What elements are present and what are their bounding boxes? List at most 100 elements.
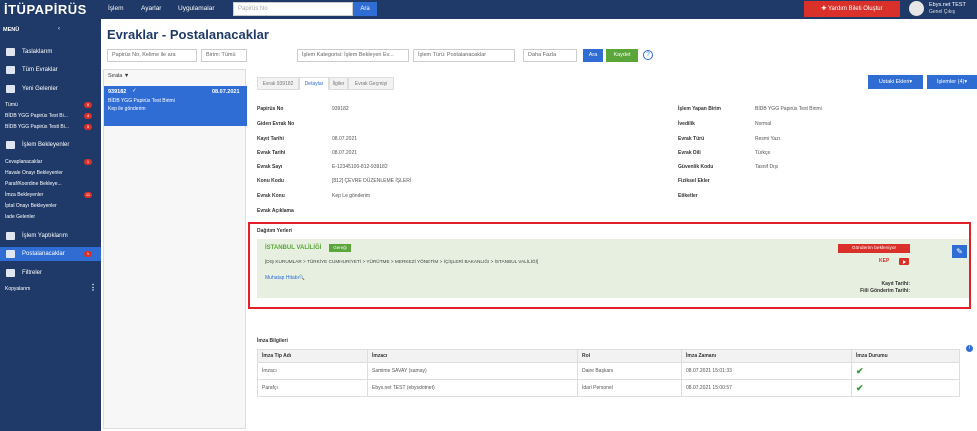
more-vertical-icon[interactable]: ⋮: [89, 283, 97, 292]
avatar[interactable]: [909, 1, 924, 16]
sidebar: MENÜ ‹ Taslaklarım Tüm Evraklar Yeni Gel…: [0, 19, 101, 431]
chevron-left-icon[interactable]: ‹: [58, 26, 60, 32]
nav-islem[interactable]: İşlem: [108, 5, 124, 12]
tab-evrak-gecmisi[interactable]: Evrak Geçmişi: [348, 77, 394, 90]
column-header: İmzacı: [367, 349, 578, 363]
imza-title: İmza Bilgileri: [257, 338, 288, 344]
table-cell: Parafçı: [257, 379, 368, 397]
count-badge: 1: [84, 251, 92, 257]
done-icon: [6, 232, 15, 240]
sidebar-item-tum-evraklar[interactable]: Tüm Evraklar: [0, 63, 101, 77]
table-cell: ✔: [851, 379, 960, 397]
ustyazi-ekleri-button[interactable]: Ustaki Ekleri▾: [868, 75, 923, 89]
column-header: İmza Durumu: [851, 349, 960, 363]
tab-evrak[interactable]: Evrak 939182: [257, 77, 299, 90]
count-badge: 4: [84, 113, 92, 119]
papirus-search-input[interactable]: Papirüs No: [233, 2, 353, 16]
sort-text: Sırala: [108, 73, 123, 79]
check-icon: ✔: [856, 365, 864, 376]
nav-uygulamalar[interactable]: Uygulamalar: [178, 5, 215, 12]
help-ticket-button[interactable]: ✚ Yardım Bileti Oluştur: [804, 1, 900, 17]
sidebar-item-label: Taslaklarım: [22, 49, 53, 55]
count-badge: 11: [84, 192, 92, 198]
clock-icon: [6, 141, 15, 149]
sidebar-item-taslaklarim[interactable]: Taslaklarım: [0, 45, 101, 59]
table-header-row: İmza Tip Adı İmzacı Rol İmza Zamanı İmza…: [257, 349, 960, 363]
sidebar-subitem[interactable]: BİDB YGG Papirüs Test Bi...: [5, 113, 68, 119]
folder-icon: [6, 66, 15, 74]
sidebar-item-yeni-gelenler[interactable]: Yeni Gelenler: [0, 82, 101, 96]
table-cell: İdari Personel: [577, 379, 682, 397]
sidebar-item-label: İşlem Bekleyenler: [22, 142, 70, 148]
field-value: [812] ÇEVRE DÜZENLEME İŞLERİ: [332, 178, 412, 184]
field-label: Evrak Dili: [678, 150, 701, 156]
field-label: Evrak Açıklama: [257, 208, 294, 214]
kaydet-button[interactable]: Kaydet: [606, 49, 638, 62]
tab-ilgiler[interactable]: İlgiler: [329, 77, 348, 90]
birim-select[interactable]: Birim: Tümü: [201, 49, 247, 62]
sidebar-item-filtreler[interactable]: Filtreler: [0, 266, 101, 280]
sidebar-subitem[interactable]: Cevaplanacaklar: [5, 159, 42, 165]
field-value: 08.07.2021: [332, 136, 358, 142]
sidebar-item-islem-yaptiklarim[interactable]: İşlem Yaptıklarım: [0, 229, 101, 243]
help-icon[interactable]: ?: [643, 50, 653, 60]
field-value: E-12345100-812-939182: [332, 164, 388, 170]
sidebar-subitem[interactable]: Iade Gelenler: [5, 214, 35, 220]
islem-kategori-select[interactable]: İşlem Kategorisi: İşlem Bekleyen Ev...: [297, 49, 409, 62]
tab-detaylar[interactable]: Detaylar: [299, 77, 329, 90]
count-badge: 5: [84, 124, 92, 130]
field-value: Tasnif Dışı: [755, 164, 779, 170]
info-icon[interactable]: i: [966, 345, 973, 352]
table-cell: Daire Başkanı: [577, 362, 682, 380]
sidebar-item-label: İşlem Yaptıklarım: [22, 233, 68, 239]
inbox-icon: [6, 85, 15, 93]
doc-number: 939182: [108, 89, 127, 95]
field-value: Normal: [755, 121, 772, 127]
ara-button[interactable]: Ara: [583, 49, 603, 62]
search-button[interactable]: Ara: [353, 2, 377, 16]
list-item[interactable]: 939182 ✓ 08.07.2021 BİDB YGG Papirüs Tes…: [104, 86, 247, 126]
table-cell: ✔: [851, 362, 960, 380]
field-label: İvedilik: [678, 121, 695, 127]
menu-title: MENÜ: [3, 27, 20, 33]
field-value: Türkçe: [755, 150, 771, 156]
sidebar-subitem[interactable]: İptal Onayı Bekleyenler: [5, 203, 57, 209]
doc-date: 08.07.2021: [212, 89, 240, 95]
imza-table: İmza Tip Adı İmzacı Rol İmza Zamanı İmza…: [257, 349, 960, 397]
top-bar: İTÜPAPİRÜS İşlem Ayarlar Uygulamalar Pap…: [0, 0, 977, 19]
sort-label[interactable]: Sırala ▼: [108, 73, 129, 79]
table-cell: 08.07.2021 15:00:57: [681, 379, 852, 397]
field-label: Evrak Tarihi: [257, 150, 286, 156]
daha-fazla-select[interactable]: Daha Fazla: [523, 49, 577, 62]
count-badge: 6: [84, 102, 92, 108]
sidebar-subitem[interactable]: İmza Bekleyenler: [5, 192, 43, 198]
sidebar-item-label: Filtreler: [22, 270, 43, 276]
doc-unit: BİDB YGG Papirüs Test Birimi: [108, 98, 175, 104]
page-title: Evraklar - Postalanacaklar: [107, 27, 269, 42]
nav-ayarlar[interactable]: Ayarlar: [141, 5, 161, 12]
sidebar-subitem[interactable]: Tümü: [5, 102, 18, 108]
islem-turu-select[interactable]: İşlem Türü: Postalanacaklar: [413, 49, 515, 62]
field-label: Papirüs No: [257, 106, 284, 112]
sidebar-item-islem-bekleyenler[interactable]: İşlem Bekleyenler: [0, 138, 101, 152]
doc-subject: Kep ile gönderim: [108, 106, 146, 112]
check-icon: ✔: [856, 382, 864, 393]
islemler-button[interactable]: İşlemler (4)▾: [927, 75, 977, 89]
column-header: İmza Tip Adı: [257, 349, 368, 363]
sidebar-subitem[interactable]: Paraf/Koordine Bekleye...: [5, 181, 62, 187]
sidebar-subitem[interactable]: Kopyalarım: [5, 286, 30, 292]
sidebar-subitem[interactable]: Havale Onayı Bekleyenler: [5, 170, 63, 176]
table-row: İmzacı Samime SAVAY (samay) Daire Başkan…: [257, 362, 960, 380]
field-label: Fiziksel Ekler: [678, 178, 710, 184]
keyword-search-input[interactable]: Papirüs No, Kelime ile ara: [107, 49, 197, 62]
field-label: Konu Kodu: [257, 178, 284, 184]
app-logo[interactable]: İTÜPAPİRÜS: [4, 2, 87, 17]
sidebar-item-label: Tüm Evraklar: [22, 67, 58, 73]
sidebar-item-label: Yeni Gelenler: [22, 86, 58, 92]
table-row: Parafçı Ebys.net TEST (ebysdotnet) İdari…: [257, 379, 960, 397]
column-header: İmza Zamanı: [681, 349, 852, 363]
send-icon: [6, 250, 15, 258]
sidebar-subitem[interactable]: BİDB YGG Papirüs Testi Bi...: [5, 124, 69, 130]
table-cell: İmzacı: [257, 362, 368, 380]
user-name[interactable]: Ebys.net TEST: [929, 2, 966, 8]
